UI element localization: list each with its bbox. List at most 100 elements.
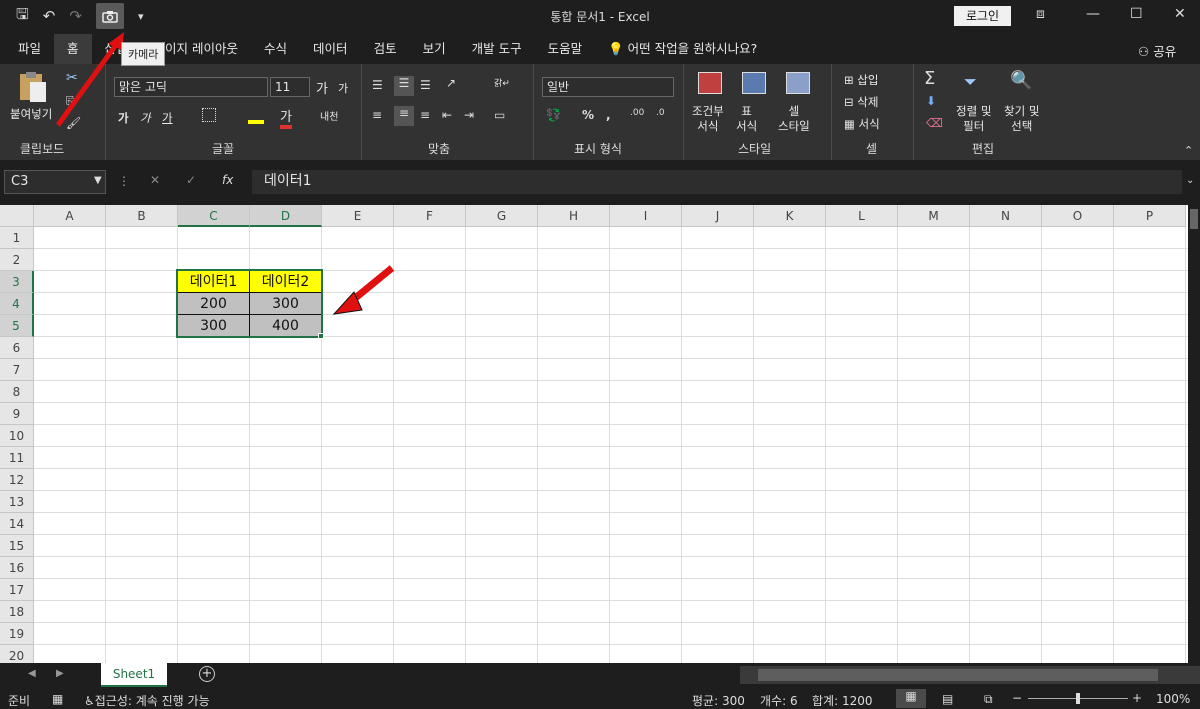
horizontal-scrollbar[interactable] — [740, 666, 1200, 684]
column-header-b[interactable]: B — [106, 205, 178, 227]
scroll-thumb[interactable] — [1190, 209, 1198, 229]
row-header-16[interactable]: 16 — [0, 557, 34, 579]
row-header-8[interactable]: 8 — [0, 381, 34, 403]
clear-icon[interactable]: ⌫ — [926, 116, 943, 130]
tell-me-search[interactable]: 💡 어떤 작업을 원하시나요? — [595, 34, 770, 64]
row-header-20[interactable]: 20 — [0, 645, 34, 663]
delete-cells-button[interactable]: ⊟ 삭제 — [844, 94, 878, 110]
font-color-icon[interactable]: 가 — [280, 106, 292, 129]
align-right-icon[interactable]: ≡ — [420, 108, 430, 122]
cell-d3[interactable]: 데이터2 — [249, 270, 322, 293]
column-header-g[interactable]: G — [466, 205, 538, 227]
cancel-icon[interactable]: ✕ — [150, 173, 160, 187]
shrink-font-icon[interactable]: 가 — [338, 80, 348, 96]
copy-icon[interactable]: ⎘ — [66, 94, 76, 109]
sort-filter-button[interactable]: 정렬 및 필터 — [956, 104, 991, 134]
wrap-text-icon[interactable]: 갉↵ — [494, 76, 510, 89]
align-top-icon[interactable]: ☰ — [372, 78, 383, 92]
tab-view[interactable]: 보기 — [410, 34, 459, 64]
grow-font-icon[interactable]: 가 — [316, 78, 328, 97]
name-box-dropdown-icon[interactable]: ▼ — [94, 175, 102, 186]
row-header-2[interactable]: 2 — [0, 249, 34, 271]
percent-icon[interactable]: % — [582, 108, 594, 122]
insert-cells-button[interactable]: ⊞ 삽입 — [844, 72, 878, 88]
name-box[interactable]: C3 — [4, 170, 106, 194]
zoom-slider-thumb[interactable] — [1076, 693, 1080, 704]
maximize-icon[interactable]: ☐ — [1130, 6, 1143, 22]
row-header-10[interactable]: 10 — [0, 425, 34, 447]
close-icon[interactable]: ✕ — [1174, 6, 1186, 22]
column-header-c[interactable]: C — [178, 205, 250, 227]
row-header-4[interactable]: 4 — [0, 293, 34, 315]
fill-handle[interactable] — [318, 333, 324, 339]
font-size-select[interactable]: 11 — [270, 77, 310, 97]
comma-icon[interactable]: , — [606, 108, 611, 122]
sort-filter-icon[interactable]: ⏷ — [964, 72, 988, 94]
cell-d5[interactable]: 400 — [249, 314, 322, 337]
column-header-n[interactable]: N — [970, 205, 1042, 227]
add-sheet-icon[interactable]: + — [199, 666, 215, 682]
column-header-l[interactable]: L — [826, 205, 898, 227]
format-cells-button[interactable]: ▦ 서식 — [844, 116, 880, 132]
select-all-corner[interactable] — [0, 205, 34, 227]
borders-icon[interactable] — [202, 108, 216, 122]
insert-function-icon[interactable]: fx — [222, 173, 233, 187]
autosum-icon[interactable]: Σ — [924, 68, 935, 89]
column-header-a[interactable]: A — [34, 205, 106, 227]
cut-icon[interactable]: ✂ — [66, 70, 78, 86]
cell-styles-icon[interactable] — [786, 72, 810, 94]
row-header-19[interactable]: 19 — [0, 623, 34, 645]
conditional-formatting-button[interactable]: 조건부 서식 — [692, 104, 724, 134]
page-break-view-icon[interactable]: ⧉ — [984, 692, 993, 707]
cell-styles-button[interactable]: 셀 스타일 — [778, 104, 810, 134]
tab-help[interactable]: 도움말 — [535, 34, 596, 64]
paste-icon[interactable] — [16, 70, 50, 104]
conditional-formatting-icon[interactable] — [698, 72, 722, 94]
align-left-icon[interactable]: ≡ — [372, 108, 382, 122]
column-header-d[interactable]: D — [250, 205, 322, 227]
accessibility-status[interactable]: ♿접근성: 계속 진행 가능 — [84, 692, 210, 709]
row-header-14[interactable]: 14 — [0, 513, 34, 535]
decrease-decimal-icon[interactable]: .0 — [656, 108, 665, 118]
column-header-h[interactable]: H — [538, 205, 610, 227]
enter-icon[interactable]: ✓ — [186, 173, 196, 187]
formula-input[interactable]: 데이터1 — [252, 170, 1182, 194]
expand-formula-icon[interactable]: ⌄ — [1186, 175, 1194, 186]
row-header-13[interactable]: 13 — [0, 491, 34, 513]
row-header-12[interactable]: 12 — [0, 469, 34, 491]
tab-home[interactable]: 홈 — [54, 34, 92, 64]
format-painter-icon[interactable]: 🖌 — [66, 116, 81, 130]
align-center-icon[interactable]: ≡ — [394, 106, 414, 126]
share-button[interactable]: ⚇ 공유 — [1138, 41, 1176, 60]
find-select-button[interactable]: 찾기 및 선택 — [1004, 104, 1039, 134]
collapse-ribbon-icon[interactable]: ⌃ — [1184, 144, 1193, 157]
zoom-level[interactable]: 100% — [1156, 692, 1190, 706]
accounting-icon[interactable]: 💱 — [546, 108, 561, 122]
format-as-table-button[interactable]: 표 서식 — [736, 104, 757, 134]
merge-center-icon[interactable]: ▭ — [494, 108, 505, 122]
minimize-icon[interactable]: — — [1086, 6, 1100, 22]
decrease-indent-icon[interactable]: ⇤ — [442, 108, 452, 122]
column-header-f[interactable]: F — [394, 205, 466, 227]
format-as-table-icon[interactable] — [742, 72, 766, 94]
bold-icon[interactable]: 가 — [118, 110, 129, 126]
italic-icon[interactable]: 가 — [140, 110, 151, 126]
column-header-j[interactable]: J — [682, 205, 754, 227]
macro-record-icon[interactable]: ▦ — [52, 692, 63, 706]
row-header-18[interactable]: 18 — [0, 601, 34, 623]
worksheet-grid[interactable]: A B C D E F G H I J K L M N O P 1 2 3 4 5 6 7 8 9 10 11 12 13 14 15 16 1… — [0, 205, 1188, 663]
prev-sheet-icon[interactable]: ◀ — [28, 668, 36, 679]
row-header-9[interactable]: 9 — [0, 403, 34, 425]
formula-bar-handle-icon[interactable]: ⋮ — [118, 174, 130, 188]
row-header-11[interactable]: 11 — [0, 447, 34, 469]
next-sheet-icon[interactable]: ▶ — [56, 668, 64, 679]
row-header-7[interactable]: 7 — [0, 359, 34, 381]
column-header-m[interactable]: M — [898, 205, 970, 227]
align-middle-icon[interactable]: ☰ — [394, 76, 414, 96]
underline-icon[interactable]: 가 — [162, 110, 173, 126]
orientation-icon[interactable]: ↗ — [446, 76, 456, 90]
zoom-out-icon[interactable]: − — [1012, 691, 1022, 705]
vertical-scrollbar[interactable] — [1188, 205, 1200, 663]
increase-indent-icon[interactable]: ⇥ — [464, 108, 474, 122]
page-layout-view-icon[interactable]: ▤ — [942, 692, 953, 706]
